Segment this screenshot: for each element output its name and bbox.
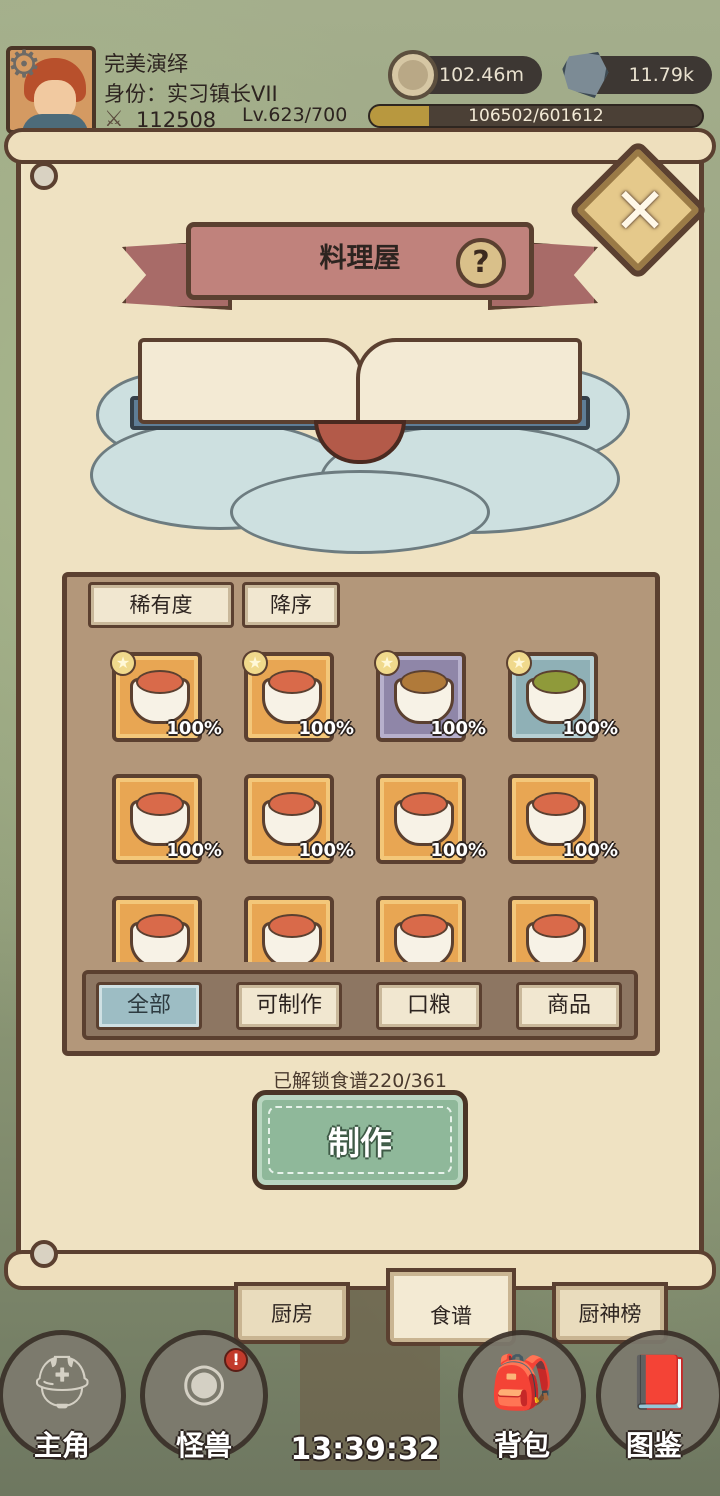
recipe-card-jar-dish[interactable]: 100% — [376, 774, 486, 864]
dish-food-icon — [136, 914, 184, 938]
coin-icon — [388, 50, 438, 100]
recipe-card-salad-plate[interactable]: 100% — [376, 896, 466, 962]
helmet-icon: ⛑ — [28, 1353, 95, 1413]
game-clock: 13:39:32 — [290, 1432, 440, 1467]
recipe-card-shrimp-bowl[interactable]: 100% — [508, 774, 618, 864]
dish-food-icon — [268, 792, 316, 816]
cloud — [230, 470, 490, 554]
dish-food-icon — [532, 914, 580, 938]
recipe-progress-percent: 100% — [298, 718, 354, 739]
dish-food-icon — [532, 792, 580, 816]
recipe-card-stew-pot[interactable]: ★ 100% — [374, 650, 486, 742]
filter-craftable-tab[interactable]: 可制作 — [236, 982, 342, 1030]
recipe-progress-percent: 100% — [166, 718, 222, 739]
xp-text: 106502/601612 — [468, 106, 604, 126]
recipe-card-red-berry-bowl[interactable]: ★ 100% — [110, 650, 222, 742]
nav-codex-label[interactable]: 图鉴 — [584, 1424, 720, 1464]
dish-food-icon — [532, 670, 580, 694]
recipe-progress-percent: 100% — [562, 718, 618, 739]
filter-all-tab[interactable]: 全部 — [96, 982, 202, 1030]
monster-notification-badge: ! — [224, 1348, 248, 1372]
star-icon: ★ — [110, 650, 136, 676]
backpack-icon: 🎒 — [489, 1353, 555, 1413]
close-icon[interactable]: ✕ — [590, 162, 690, 262]
level-text: Lv.623/700 — [242, 104, 348, 126]
recipe-progress-percent: 100% — [166, 840, 222, 861]
craft-button-label[interactable]: 制作 — [252, 1118, 468, 1164]
dish-food-icon — [136, 792, 184, 816]
recipe-card-meat-bowl[interactable]: 100% — [244, 774, 354, 864]
recipe-card-green-soup[interactable]: 100% — [112, 896, 202, 962]
recipe-card-roast-plate[interactable]: 100% — [244, 896, 334, 962]
recipe-progress-percent: 100% — [562, 840, 618, 861]
codex-book-icon: 📕 — [627, 1353, 693, 1413]
recipe-card-grape-basket[interactable]: ★ 100% — [242, 650, 354, 742]
star-icon: ★ — [374, 650, 400, 676]
recipe-card-herb-bowl[interactable]: 100% — [112, 774, 222, 864]
rod-ring-bottom — [30, 1240, 58, 1268]
recipe-progress-percent: 100% — [430, 718, 486, 739]
dish-food-icon — [136, 670, 184, 694]
top-hud: ⚙ 完美演绎 身份：实习镇长VII ⚔ 112508 Lv.623/700 10… — [0, 0, 720, 140]
recipe-progress-percent: 100% — [430, 840, 486, 861]
recipe-card-green-curry-pot[interactable]: ★ 100% — [506, 650, 618, 742]
recipe-grid[interactable]: ★ 100% ★ 100% ★ 100% ★ 100% 100% 100% 100% 100% 100%… — [66, 636, 656, 962]
help-icon[interactable]: ? — [456, 238, 506, 288]
star-icon: ★ — [506, 650, 532, 676]
tab-kitchen[interactable]: 厨房 — [234, 1282, 350, 1344]
book-page-left — [138, 338, 364, 424]
dish-food-icon — [400, 792, 448, 816]
sort-rarity-button[interactable]: 稀有度 — [88, 582, 234, 628]
monster-eye-icon: ◉ — [181, 1352, 227, 1412]
sort-order-button[interactable]: 降序 — [242, 582, 340, 628]
star-icon: ★ — [242, 650, 268, 676]
book-page-right — [356, 338, 582, 424]
settings-gear-icon[interactable]: ⚙ — [4, 44, 44, 84]
dish-food-icon — [400, 670, 448, 694]
player-name: 完美演绎 — [104, 52, 188, 76]
dish-food-icon — [400, 914, 448, 938]
dish-food-icon — [268, 670, 316, 694]
nav-bag-label[interactable]: 背包 — [452, 1424, 592, 1464]
scroll-rod-top — [4, 128, 716, 164]
nav-hero-label[interactable]: 主角 — [0, 1424, 132, 1464]
filter-ration-tab[interactable]: 口粮 — [376, 982, 482, 1030]
recipe-progress-percent: 100% — [298, 840, 354, 861]
nav-monster-label[interactable]: 怪兽 — [134, 1424, 274, 1464]
unlocked-recipes-count: 已解锁食谱220/361 — [273, 1070, 447, 1092]
filter-goods-tab[interactable]: 商品 — [516, 982, 622, 1030]
recipe-card-noodle-cup[interactable]: 100% — [508, 896, 598, 962]
rod-ring-top — [30, 162, 58, 190]
dish-food-icon — [268, 914, 316, 938]
